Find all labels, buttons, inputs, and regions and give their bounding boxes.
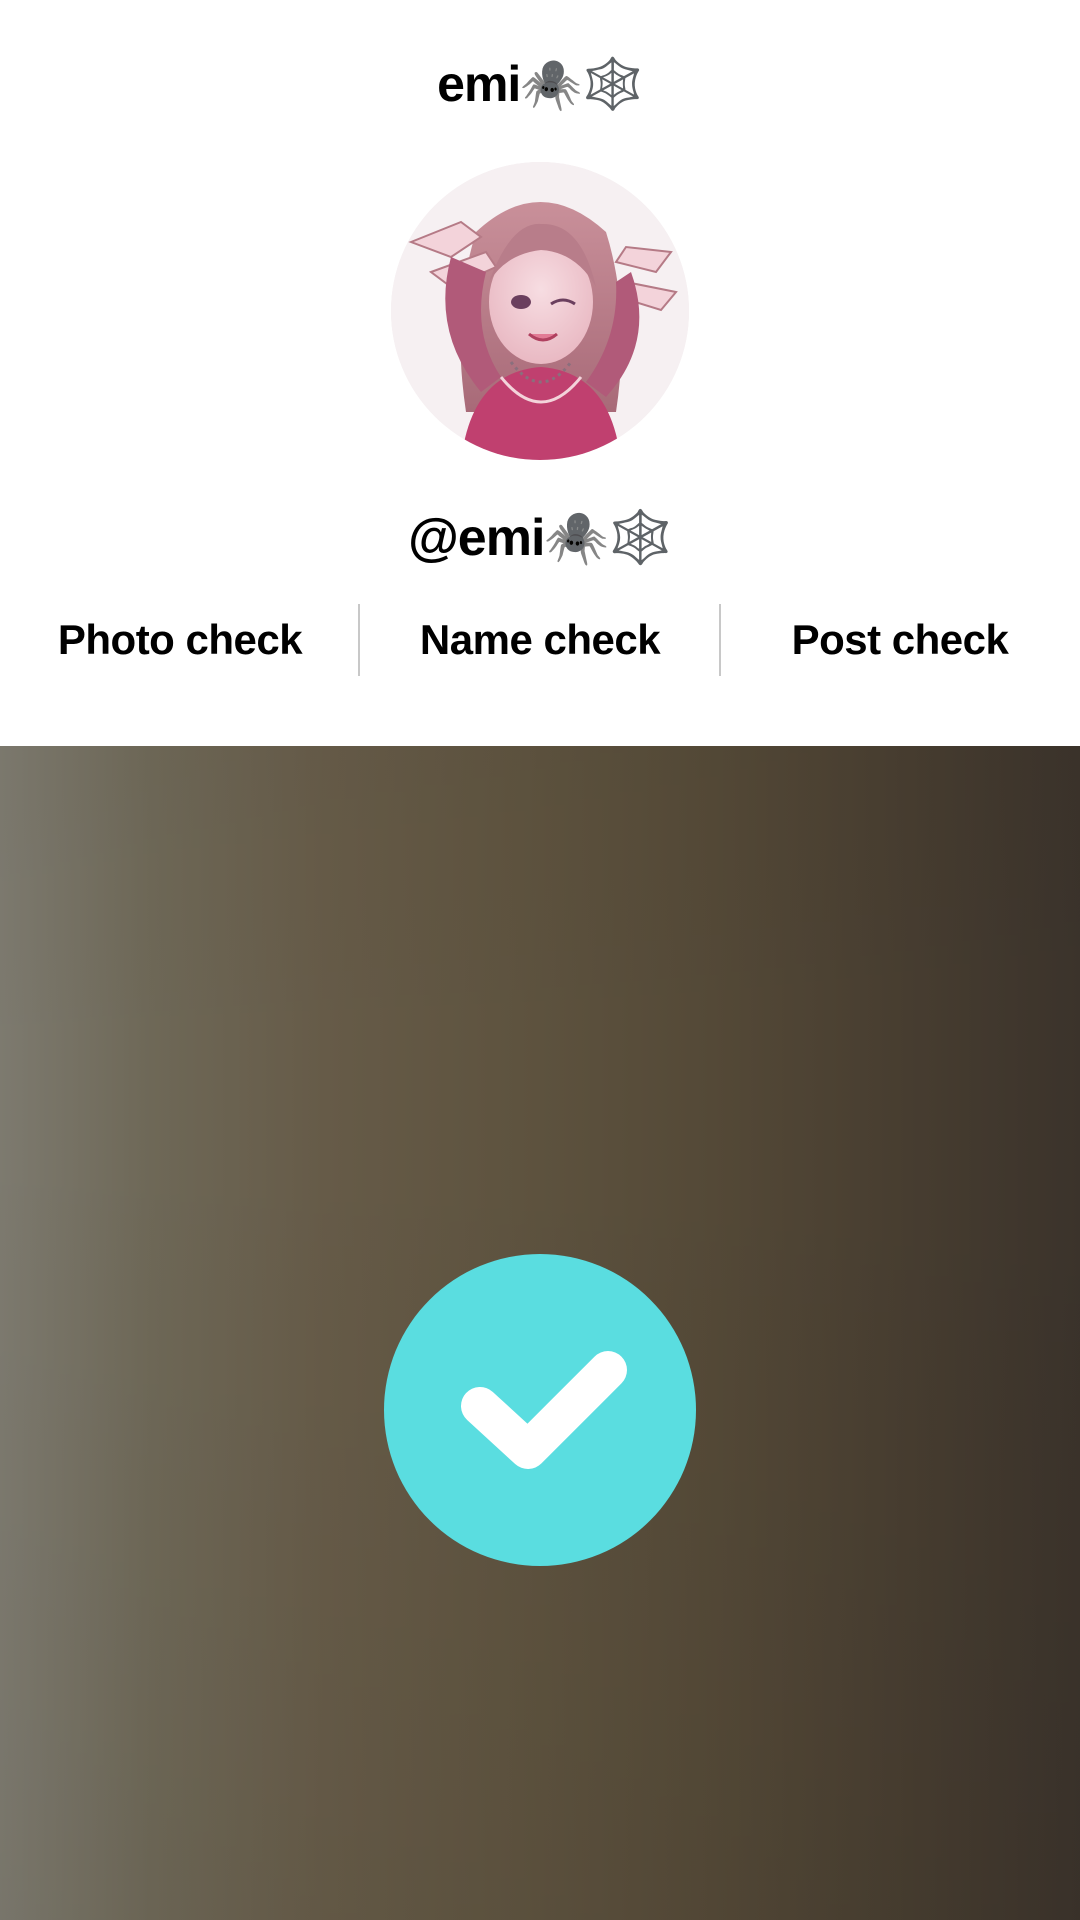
display-name: emi🕷️🕸️ <box>437 56 644 112</box>
username: @emi🕷️🕸️ <box>408 509 673 567</box>
name-check-button[interactable]: Name check <box>380 600 700 680</box>
divider <box>358 604 360 676</box>
profile-card: emi🕷️🕸️ @emi🕷️🕸️ Photo check Name check … <box>0 0 1080 746</box>
avatar[interactable] <box>391 162 689 460</box>
post-check-button[interactable]: Post check <box>740 600 1060 680</box>
photo-check-button[interactable]: Photo check <box>20 600 340 680</box>
checkmark-icon <box>461 1351 627 1469</box>
divider <box>719 604 721 676</box>
screen: emi🕷️🕸️ @emi🕷️🕸️ Photo check Name check … <box>0 0 1080 1920</box>
check-badge[interactable] <box>384 1254 696 1566</box>
anime-girl-avatar-icon <box>391 162 689 460</box>
checks-row: Photo check Name check Post check <box>0 600 1080 680</box>
